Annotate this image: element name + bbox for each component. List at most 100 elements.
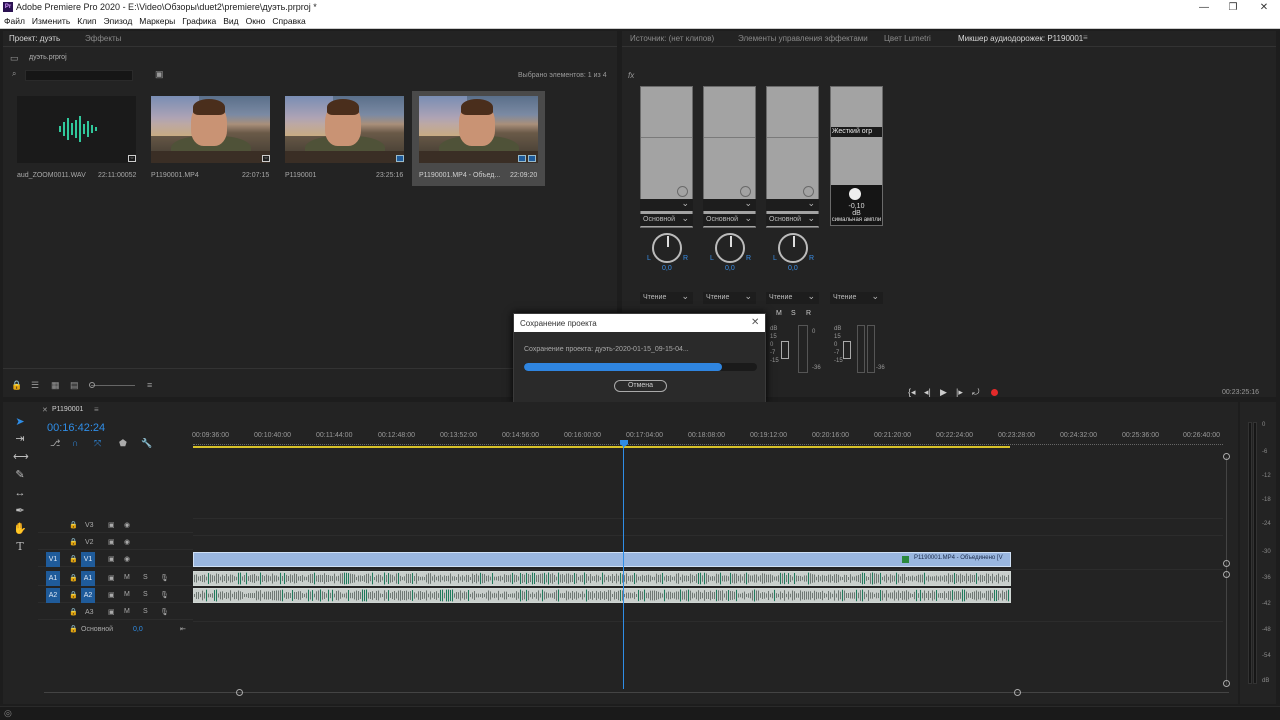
lock-icon[interactable]: 🔒 xyxy=(69,625,78,633)
menu-file[interactable]: Файл xyxy=(0,15,28,26)
mute-button[interactable]: M xyxy=(776,310,782,317)
automation-mode-2[interactable]: Чтение xyxy=(703,290,756,304)
tab-effects[interactable]: Эффекты xyxy=(85,34,121,43)
eye-icon[interactable]: ◉ xyxy=(124,555,130,563)
go-to-in-icon[interactable]: {◂ xyxy=(908,387,916,398)
track-target-a2[interactable]: A2 xyxy=(81,588,95,603)
source-patch-a1[interactable]: A1 xyxy=(46,571,60,586)
pan-value-2[interactable]: 0,0 xyxy=(725,265,735,272)
type-tool-icon[interactable]: T xyxy=(13,540,27,554)
audio-clip-a1[interactable] xyxy=(193,571,1011,586)
tab-project[interactable]: Проект: дуэть xyxy=(9,34,60,43)
pan-value-3[interactable]: 0,0 xyxy=(788,265,798,272)
source-patch-v1[interactable]: V1 xyxy=(46,552,60,567)
wrench-icon[interactable]: 🔧 xyxy=(141,438,152,449)
solo-button[interactable]: S xyxy=(143,574,148,581)
project-item-sequence[interactable]: P1190001 23:25:16 xyxy=(282,94,407,186)
project-item-audio[interactable]: ⇔ aud_ZOOM0011.WAV 22:11:00052 xyxy=(14,94,139,186)
track-output-3[interactable]: Основной xyxy=(766,212,819,226)
loop-icon[interactable]: ⤾ xyxy=(972,387,980,398)
menu-help[interactable]: Справка xyxy=(268,15,308,26)
panel-menu-icon[interactable]: ≡ xyxy=(1083,33,1088,42)
mute-button[interactable]: M xyxy=(124,608,130,615)
eye-icon[interactable]: ◉ xyxy=(124,521,130,529)
project-item-video[interactable]: ⇔ P1190001.MP4 22:07:15 xyxy=(148,94,273,186)
lock-icon[interactable]: 🔒 xyxy=(69,555,78,563)
master-volume-value[interactable]: 0,0 xyxy=(133,626,143,633)
sync-icon[interactable]: ▣ xyxy=(108,608,115,616)
vscroll-handle[interactable] xyxy=(1223,571,1230,578)
pan-knob-2[interactable] xyxy=(715,233,745,263)
minimize-button[interactable]: — xyxy=(1190,0,1218,15)
send-dropdown-1[interactable] xyxy=(640,197,693,211)
sync-icon[interactable]: ▣ xyxy=(108,538,115,546)
go-to-end-icon[interactable]: ⇤ xyxy=(180,625,186,633)
vscroll-handle[interactable] xyxy=(1223,560,1230,567)
fx-param-knob[interactable] xyxy=(849,188,861,200)
time-ruler[interactable] xyxy=(193,441,1223,445)
effect-rack-master[interactable]: Жесткий огр -0,10 dB симальная ампли xyxy=(830,86,883,226)
zoom-slider-handle[interactable] xyxy=(89,382,95,388)
eye-icon[interactable]: ◉ xyxy=(124,538,130,546)
menu-sequence[interactable]: Эпизод xyxy=(100,15,136,26)
mic-icon[interactable]: 🎙 xyxy=(160,591,169,599)
mic-icon[interactable]: 🎙 xyxy=(160,574,169,582)
track-output-2[interactable]: Основной xyxy=(703,212,756,226)
vscroll-handle[interactable] xyxy=(1223,680,1230,687)
video-clip[interactable]: P1190001.MP4 - Объединено [V xyxy=(193,552,1011,567)
project-item-selected[interactable]: P1190001.MP4 - Объед... 22:09:20 xyxy=(412,91,545,186)
sync-icon[interactable]: ▣ xyxy=(108,591,115,599)
record-button[interactable]: R xyxy=(806,310,811,317)
lock-icon[interactable]: 🔒 xyxy=(69,574,78,582)
search-input[interactable] xyxy=(25,70,133,81)
source-patch-a2[interactable]: A2 xyxy=(46,588,60,603)
audio-clip-a2[interactable] xyxy=(193,588,1011,603)
sort-icon[interactable]: ≡ xyxy=(147,380,152,390)
menu-edit[interactable]: Изменить xyxy=(28,15,73,26)
step-back-icon[interactable]: ◂| xyxy=(924,387,931,398)
tab-source[interactable]: Источник: (нет клипов) xyxy=(630,34,714,43)
track-target-v1[interactable]: V1 xyxy=(81,552,95,567)
scroll-handle-left[interactable] xyxy=(236,689,243,696)
linked-selection-icon[interactable]: ⤧ xyxy=(94,438,101,449)
solo-button[interactable]: S xyxy=(143,608,148,615)
dialog-close-button[interactable]: ✕ xyxy=(751,317,759,328)
tab-lumetri[interactable]: Цвет Lumetri xyxy=(884,34,931,43)
work-area-bar[interactable] xyxy=(193,446,1010,448)
send-dropdown-2[interactable] xyxy=(703,197,756,211)
track-target-a1[interactable]: A1 xyxy=(81,571,95,586)
step-forward-icon[interactable]: |▸ xyxy=(956,387,963,398)
new-bin-icon[interactable]: ▣ xyxy=(155,69,164,80)
pan-value-1[interactable]: 0,0 xyxy=(662,265,672,272)
record-icon[interactable] xyxy=(991,389,998,396)
menu-window[interactable]: Окно xyxy=(242,15,269,26)
sync-icon[interactable]: ▣ xyxy=(108,521,115,529)
menu-view[interactable]: Вид xyxy=(219,15,241,26)
fader-3[interactable] xyxy=(781,341,789,359)
maximize-button[interactable]: ❐ xyxy=(1219,0,1247,15)
track-select-tool-icon[interactable]: ⇥ xyxy=(13,432,27,446)
track-output-1[interactable]: Основной xyxy=(640,212,693,226)
play-icon[interactable]: ▶ xyxy=(940,387,947,398)
sequence-tab[interactable]: P1190001 xyxy=(52,406,83,413)
lock-icon[interactable]: 🔒 xyxy=(69,538,78,546)
snap-icon[interactable]: ∩ xyxy=(72,438,78,448)
sync-icon[interactable]: ▣ xyxy=(108,574,115,582)
menu-markers[interactable]: Маркеры xyxy=(135,15,178,26)
sequence-menu-icon[interactable]: ≡ xyxy=(94,405,99,414)
selection-tool-icon[interactable]: ➤ xyxy=(13,415,27,429)
add-marker-icon[interactable]: ⬟ xyxy=(119,438,127,449)
lock-icon[interactable]: 🔒 xyxy=(69,521,78,529)
cancel-button[interactable]: Отмена xyxy=(614,380,667,392)
automation-mode-master[interactable]: Чтение xyxy=(830,290,883,304)
razor-tool-icon[interactable]: ✎ xyxy=(13,468,27,482)
automation-mode-3[interactable]: Чтение xyxy=(766,290,819,304)
close-sequence-icon[interactable]: ✕ xyxy=(42,406,48,414)
vscroll-handle[interactable] xyxy=(1223,453,1230,460)
mic-icon[interactable]: 🎙 xyxy=(160,608,169,616)
horizontal-scrollbar[interactable] xyxy=(44,692,1229,693)
freeform-view-icon[interactable]: ▤ xyxy=(70,380,79,391)
menu-graphics[interactable]: Графика xyxy=(178,15,219,26)
hand-tool-icon[interactable]: ✋ xyxy=(13,522,27,536)
solo-button[interactable]: S xyxy=(143,591,148,598)
